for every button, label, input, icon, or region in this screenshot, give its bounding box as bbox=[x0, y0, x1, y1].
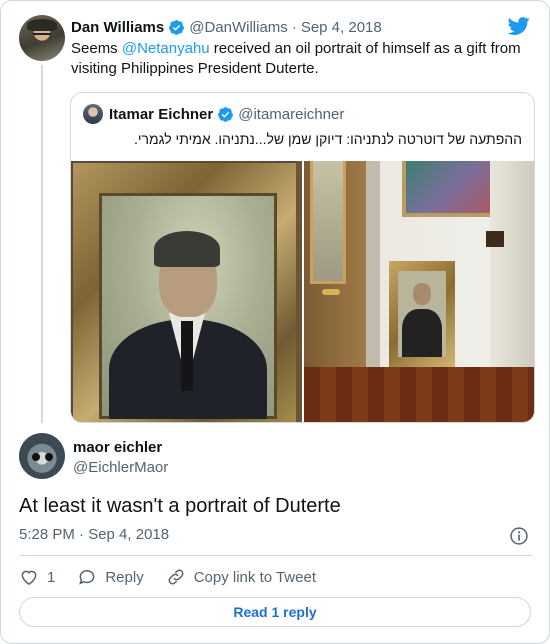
maor-eichler-avatar[interactable] bbox=[19, 433, 65, 479]
reply-author-name[interactable]: maor eichler bbox=[73, 439, 162, 456]
twitter-bird-icon[interactable] bbox=[507, 15, 531, 37]
quoted-tweet-text: ההפתעה של דוטרטה לנתניהו: דיוקן שמן של..… bbox=[133, 131, 522, 147]
white-door bbox=[486, 161, 534, 391]
itamar-eichner-avatar bbox=[83, 104, 103, 124]
read-replies-button[interactable]: Read 1 reply bbox=[19, 597, 531, 627]
reply-tweet-text: At least it wasn't a portrait of Duterte bbox=[19, 495, 341, 517]
copy-link-label: Copy link to Tweet bbox=[193, 568, 316, 586]
like-count: 1 bbox=[47, 568, 56, 586]
parent-tweet-header: Dan Williams @DanWilliams · Sep 4, 2018 bbox=[71, 17, 382, 37]
portrait-room-photo[interactable] bbox=[304, 161, 534, 422]
mini-portrait-face bbox=[413, 283, 431, 305]
quoted-author-handle: @itamareichner bbox=[238, 105, 345, 123]
avatar-eye-right bbox=[45, 453, 53, 461]
info-icon[interactable] bbox=[509, 526, 529, 546]
wooden-door bbox=[304, 161, 366, 381]
mini-portrait-suit bbox=[402, 309, 442, 357]
parent-tweet-date[interactable]: Sep 4, 2018 bbox=[301, 19, 382, 36]
tweet-embed-card: Dan Williams @DanWilliams · Sep 4, 2018 … bbox=[0, 0, 550, 644]
gold-frame bbox=[73, 163, 298, 422]
header-separator: · bbox=[291, 18, 297, 36]
photo-edge-shadow bbox=[296, 161, 302, 422]
quoted-tweet-media bbox=[71, 161, 534, 422]
speech-bubble-icon bbox=[79, 570, 95, 585]
door-handle bbox=[322, 289, 340, 295]
reply-button[interactable]: Reply bbox=[77, 567, 144, 587]
portrait-hair bbox=[154, 231, 220, 267]
portrait-on-floor bbox=[389, 261, 455, 367]
netanyahu-mention-link[interactable]: @Netanyahu bbox=[122, 40, 210, 57]
quoted-tweet-header: Itamar Eichner @itamareichner bbox=[83, 103, 344, 125]
door-frame-pillar bbox=[366, 161, 380, 381]
parent-tweet-text: Seems @Netanyahu received an oil portrai… bbox=[71, 39, 531, 79]
copy-link-button[interactable]: Copy link to Tweet bbox=[166, 567, 316, 587]
tweet-actions-bar: 1 Reply Copy link to Tweet bbox=[19, 567, 338, 587]
avatar-hat-detail bbox=[27, 19, 57, 31]
parent-author-handle[interactable]: @DanWilliams bbox=[189, 19, 288, 36]
wall-painting bbox=[402, 161, 502, 217]
reply-author-handle[interactable]: @EichlerMaor bbox=[73, 459, 168, 476]
portrait-on-floor-canvas bbox=[398, 271, 446, 357]
heart-icon bbox=[21, 570, 37, 585]
link-icon bbox=[168, 569, 184, 585]
reply-label: Reply bbox=[105, 568, 144, 586]
quoted-author-name: Itamar Eichner bbox=[109, 105, 214, 123]
reply-timestamp[interactable]: 5:28 PM · Sep 4, 2018 bbox=[19, 526, 169, 543]
parent-text-before: Seems bbox=[71, 40, 122, 57]
avatar-glasses-detail bbox=[33, 33, 51, 39]
parent-author-name[interactable]: Dan Williams bbox=[71, 19, 164, 36]
thread-connector-line bbox=[41, 65, 43, 423]
oil-portrait-canvas bbox=[99, 193, 277, 419]
avatar-eye-left bbox=[32, 453, 40, 461]
dan-williams-avatar[interactable] bbox=[19, 15, 65, 61]
white-door-handle bbox=[486, 231, 504, 247]
verified-badge-icon bbox=[169, 19, 185, 35]
actions-divider bbox=[19, 555, 533, 556]
quoted-tweet[interactable]: Itamar Eichner @itamareichner ההפתעה של … bbox=[70, 92, 535, 423]
like-button[interactable]: 1 bbox=[19, 567, 55, 587]
portrait-closeup-photo[interactable] bbox=[71, 161, 302, 422]
verified-badge-icon bbox=[218, 106, 234, 122]
wood-floor bbox=[304, 367, 534, 422]
portrait-tie bbox=[181, 321, 193, 391]
door-glass-panel bbox=[310, 161, 346, 284]
